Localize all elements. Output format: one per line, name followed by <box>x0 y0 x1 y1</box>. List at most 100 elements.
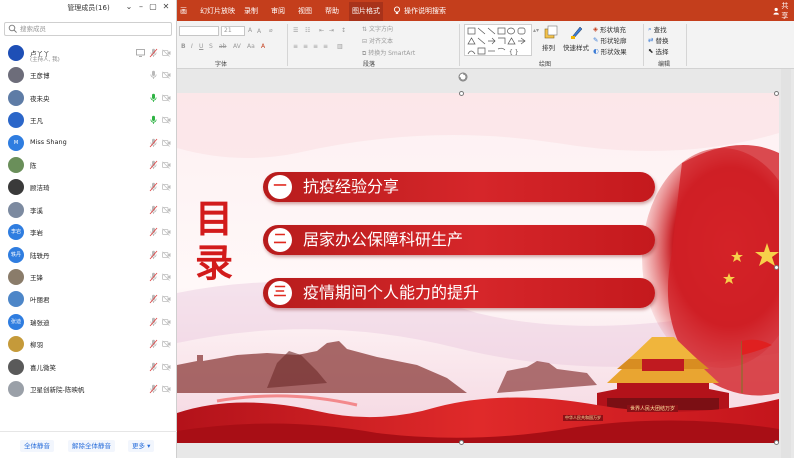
camera-off-icon[interactable] <box>162 49 171 57</box>
select-button[interactable]: ⬉ 选择 <box>648 46 668 56</box>
tab-draw[interactable]: 画 <box>177 0 190 21</box>
unmute-all-button[interactable]: 解除全体静音 <box>68 440 115 452</box>
maximize-icon[interactable]: ▢ <box>148 2 158 12</box>
camera-off-icon[interactable] <box>162 273 171 281</box>
mic-muted-icon[interactable] <box>149 48 158 58</box>
align-left-icon[interactable]: ≡ <box>293 43 298 50</box>
member-row[interactable]: 卫星创新院-陈映帆 <box>0 378 177 400</box>
agenda-item-3[interactable]: 三 疫情期间个人能力的提升 <box>263 278 655 308</box>
member-row[interactable]: 李岩 李岩 <box>0 221 177 243</box>
mute-all-button[interactable]: 全体静音 <box>20 440 54 452</box>
tab-slideshow[interactable]: 幻灯片放映 <box>197 0 238 21</box>
minimize-icon[interactable]: – <box>136 2 146 12</box>
tab-view[interactable]: 视图 <box>295 0 315 21</box>
agenda-item-2[interactable]: 二 居家办公保障科研生产 <box>263 225 655 255</box>
member-row[interactable]: 卢丫丫 (主持人, 我) <box>0 42 177 64</box>
strikethrough-icon[interactable]: ab <box>219 43 227 50</box>
decrease-indent-icon[interactable]: ⇤ <box>319 27 324 34</box>
member-row[interactable]: 喜儿微笑 <box>0 356 177 378</box>
mic-muted-icon[interactable] <box>149 294 158 304</box>
mic-muted-icon[interactable] <box>149 138 158 148</box>
shape-fill-button[interactable]: ◈ 形状填充 <box>593 24 626 34</box>
shrink-font-icon[interactable]: A <box>257 28 261 35</box>
mic-muted-icon[interactable] <box>149 317 158 327</box>
camera-off-icon[interactable] <box>162 295 171 304</box>
camera-off-icon[interactable] <box>162 228 171 236</box>
replace-button[interactable]: ⇄ 替换 <box>648 35 668 45</box>
member-row[interactable]: 王凡 <box>0 109 177 131</box>
selection-handle-top[interactable] <box>459 91 464 96</box>
camera-off-icon[interactable] <box>162 340 171 348</box>
selection-handle-top-right[interactable] <box>774 91 779 96</box>
mic-muted-icon[interactable] <box>149 250 158 260</box>
align-center-icon[interactable]: ≡ <box>303 43 308 50</box>
close-icon[interactable]: ✕ <box>161 2 171 12</box>
underline-icon[interactable]: U <box>199 43 203 50</box>
mic-muted-icon[interactable] <box>149 182 158 192</box>
member-row[interactable]: 顾洁琦 <box>0 176 177 198</box>
shape-effects-button[interactable]: ◐ 形状效果 <box>593 46 627 56</box>
mic-muted-icon[interactable] <box>149 362 158 372</box>
change-case-icon[interactable]: Aa <box>247 43 255 50</box>
arrange-button[interactable]: 排列 <box>541 24 561 57</box>
gallery-scroll-icon[interactable]: ▴▾ <box>533 27 539 34</box>
columns-icon[interactable]: ▥ <box>337 43 343 50</box>
microphone-icon[interactable] <box>149 70 158 80</box>
mic-muted-icon[interactable] <box>149 160 158 170</box>
mic-muted-icon[interactable] <box>149 339 158 349</box>
char-spacing-icon[interactable]: AV <box>233 43 241 50</box>
tab-review[interactable]: 审阅 <box>268 0 288 21</box>
italic-icon[interactable]: I <box>191 43 193 50</box>
quick-styles-button[interactable]: 快速样式 <box>563 24 591 57</box>
smartart-button[interactable]: ⧉ 转换为 SmartArt <box>362 48 415 58</box>
shadow-icon[interactable]: S <box>209 43 213 50</box>
numbering-icon[interactable]: ☷ <box>305 27 310 34</box>
clear-format-icon[interactable]: ⌀ <box>269 27 273 34</box>
font-color-icon[interactable]: A <box>261 43 265 50</box>
microphone-icon[interactable] <box>149 93 158 103</box>
microphone-icon[interactable] <box>149 115 158 125</box>
member-row[interactable]: 陈 <box>0 154 177 176</box>
bold-icon[interactable]: B <box>181 43 186 50</box>
camera-off-icon[interactable] <box>162 183 171 192</box>
align-right-icon[interactable]: ≡ <box>313 43 318 50</box>
camera-off-icon[interactable] <box>162 116 171 124</box>
member-row[interactable]: M Miss Shang <box>0 132 177 154</box>
member-row[interactable]: 柳羽 <box>0 333 177 355</box>
selection-handle-bottom[interactable] <box>459 440 464 445</box>
shapes-gallery[interactable]: { } <box>464 24 532 56</box>
share-button[interactable]: 共享 <box>773 0 794 21</box>
member-search[interactable] <box>4 22 172 36</box>
member-row[interactable]: 王彦博 <box>0 64 177 86</box>
member-row[interactable]: 张迪 瑞张迪 <box>0 311 177 333</box>
camera-off-icon[interactable] <box>162 385 171 393</box>
camera-off-icon[interactable] <box>162 363 171 371</box>
tab-picture-format[interactable]: 图片格式 <box>349 2 383 21</box>
member-row[interactable]: 夜未央 <box>0 87 177 109</box>
mic-muted-icon[interactable] <box>149 227 158 237</box>
tell-me-search[interactable]: 操作说明搜索 <box>393 0 446 21</box>
mic-muted-icon[interactable] <box>149 205 158 215</box>
text-direction-button[interactable]: ⇅ 文字方向 <box>362 24 393 33</box>
mic-muted-icon[interactable] <box>149 384 158 394</box>
rotate-handle-icon[interactable] <box>457 71 469 83</box>
camera-off-icon[interactable] <box>162 251 171 259</box>
camera-off-icon[interactable] <box>162 94 171 102</box>
camera-off-icon[interactable] <box>162 139 171 147</box>
vertical-scrollbar[interactable] <box>781 69 791 458</box>
collapse-icon[interactable]: ⌄ <box>124 2 134 12</box>
tab-help[interactable]: 帮助 <box>322 0 342 21</box>
agenda-item-1[interactable]: 一 抗疫经验分享 <box>263 172 655 202</box>
tab-record[interactable]: 录制 <box>241 0 261 21</box>
member-row[interactable]: 叶丽君 <box>0 288 177 310</box>
align-text-button[interactable]: ⊟ 对齐文本 <box>362 36 393 45</box>
grow-font-icon[interactable]: A <box>248 27 252 34</box>
camera-off-icon[interactable] <box>162 206 171 214</box>
more-button[interactable]: 更多 ▾ <box>128 440 155 452</box>
mic-muted-icon[interactable] <box>149 272 158 282</box>
slide-canvas[interactable]: 中华人民共和国万岁 世界人民大团结万岁 目 录 一 抗疫经验分享 二 居家办公保… <box>177 93 779 443</box>
search-input[interactable] <box>20 25 170 33</box>
justify-icon[interactable]: ≡ <box>323 43 328 50</box>
camera-off-icon[interactable] <box>162 161 171 169</box>
member-row[interactable]: 李溪 <box>0 199 177 221</box>
